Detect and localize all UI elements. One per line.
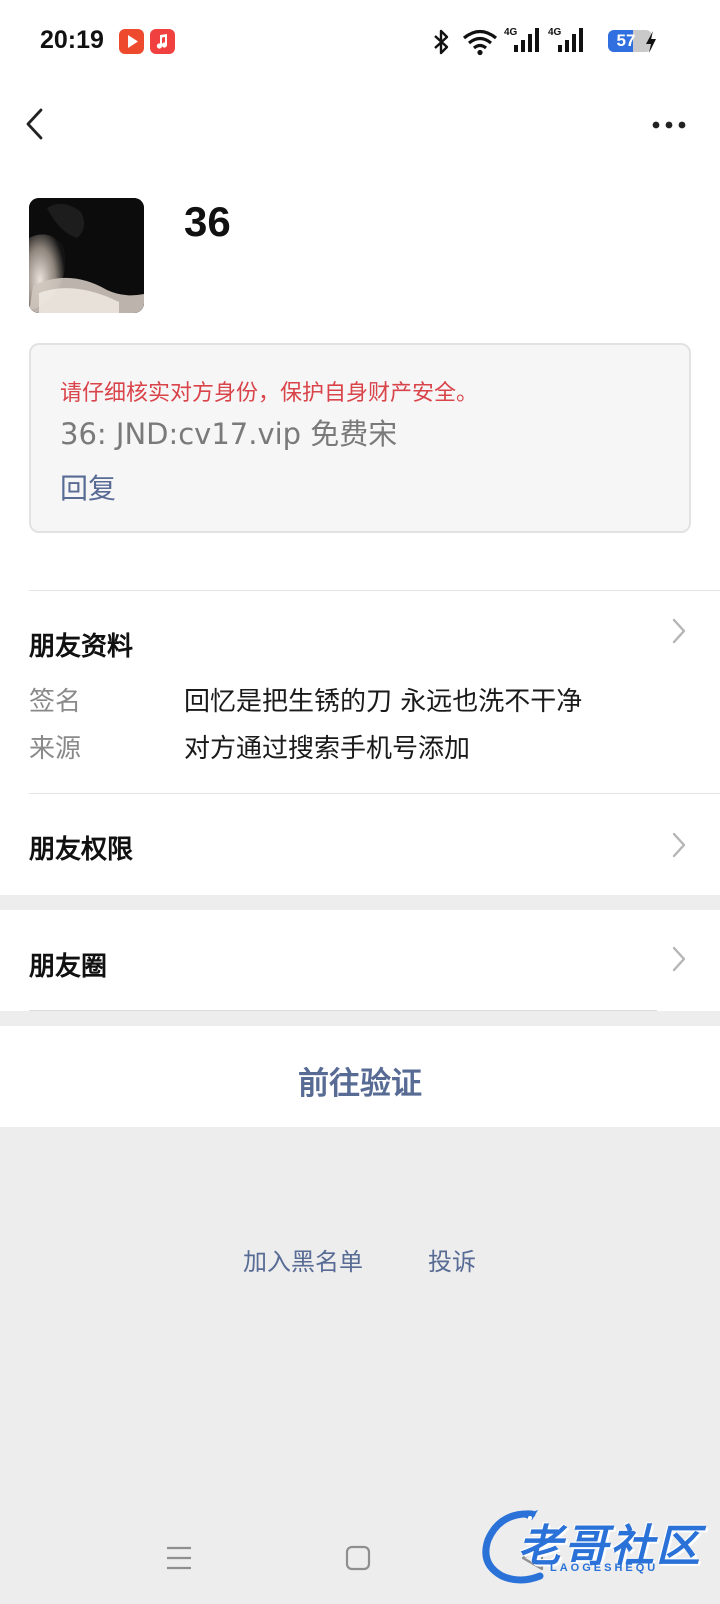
divider <box>29 1010 657 1011</box>
friend-permissions-title: 朋友权限 <box>29 835 134 865</box>
avatar[interactable] <box>29 198 144 313</box>
wifi-icon <box>462 29 498 56</box>
verification-message: 36: JND:cv17.vip 免费宋 <box>60 417 398 451</box>
add-to-blacklist-link[interactable]: 加入黑名单 <box>243 1242 363 1277</box>
status-bar: 20:19 4G 4G 57 <box>0 0 720 84</box>
battery-percent: 57 <box>616 31 636 50</box>
go-verify-label: 前往验证 <box>298 1066 422 1102</box>
moments-row[interactable]: 朋友圈 <box>0 910 720 1011</box>
divider <box>29 590 720 591</box>
more-button[interactable] <box>646 108 696 142</box>
more-dots-icon <box>652 121 686 129</box>
back-button[interactable] <box>18 100 58 146</box>
network-label: 4G <box>504 27 518 38</box>
reply-link[interactable]: 回复 <box>60 467 116 507</box>
friend-info-title: 朋友资料 <box>29 632 134 662</box>
watermark-logo: 老哥社区 LAOGESHEQU <box>480 1506 705 1586</box>
status-time: 20:19 <box>40 26 104 54</box>
security-warning: 请仔细核实对方身份，保护自身财产安全。 <box>60 381 479 406</box>
signal-icon: 4G <box>504 27 539 52</box>
watermark-subtitle: LAOGESHEQU <box>550 1562 659 1574</box>
chevron-right-icon <box>672 618 686 644</box>
charging-icon <box>646 31 656 53</box>
chevron-right-icon <box>672 832 686 858</box>
bluetooth-icon <box>434 29 449 55</box>
display-name: 36 <box>184 198 231 245</box>
moments-title: 朋友圈 <box>29 952 108 982</box>
divider <box>29 793 720 794</box>
video-app-icon <box>119 29 144 54</box>
source-value: 对方通过搜索手机号添加 <box>184 734 471 764</box>
signature-value: 回忆是把生锈的刀 永远也洗不干净 <box>184 687 583 717</box>
menu-icon[interactable] <box>166 1544 192 1572</box>
chevron-right-icon <box>672 946 686 972</box>
source-label: 来源 <box>29 734 82 764</box>
go-verify-button[interactable]: 前往验证 <box>0 1026 720 1127</box>
chevron-left-icon <box>26 108 43 140</box>
avatar-image <box>29 198 144 313</box>
network-label: 4G <box>548 27 562 38</box>
verification-card: 请仔细核实对方身份，保护自身财产安全。 36: JND:cv17.vip 免费宋… <box>29 343 691 533</box>
signature-label: 签名 <box>29 687 82 717</box>
music-app-icon <box>150 29 175 54</box>
report-link[interactable]: 投诉 <box>428 1242 476 1277</box>
signal-icon: 4G <box>548 27 583 52</box>
home-icon[interactable] <box>345 1544 371 1572</box>
